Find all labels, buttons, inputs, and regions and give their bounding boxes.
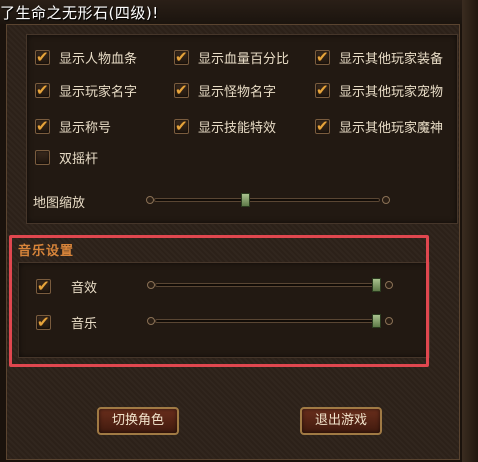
checkbox-box[interactable] <box>174 117 189 135</box>
checkbox-box[interactable] <box>35 48 50 66</box>
slider-endcap <box>146 196 154 204</box>
checkbox-show-other-player-equipment[interactable]: 显示其他玩家装备 <box>315 47 443 67</box>
checkbox-show-player-hp-bar[interactable]: 显示人物血条 <box>35 47 137 67</box>
checkbox-box[interactable] <box>315 81 330 99</box>
checkbox-show-monster-name[interactable]: 显示怪物名字 <box>174 80 276 100</box>
checkbox-show-title[interactable]: 显示称号 <box>35 116 111 136</box>
checkbox-label: 显示怪物名字 <box>198 84 277 100</box>
window-title: 了生命之无形石(四级)! <box>0 4 159 22</box>
map-zoom-slider-track[interactable] <box>154 198 380 202</box>
checkbox-label: 显示其他玩家魔神 <box>339 120 444 136</box>
switch-role-button[interactable]: 切换角色 <box>97 407 179 435</box>
checkbox-box[interactable] <box>35 149 50 165</box>
checkbox-box[interactable] <box>35 81 50 99</box>
checkbox-show-other-player-pet[interactable]: 显示其他玩家宠物 <box>315 80 443 100</box>
map-zoom-label: 地图缩放 <box>33 196 86 211</box>
checkbox-label: 显示人物血条 <box>59 51 138 67</box>
checkbox-show-other-player-demon-god[interactable]: 显示其他玩家魔神 <box>315 116 443 136</box>
highlight-box <box>9 235 429 367</box>
checkbox-label: 显示玩家名字 <box>59 84 138 100</box>
slider-endcap <box>382 196 390 204</box>
map-zoom-slider-thumb[interactable] <box>241 193 250 207</box>
top-bar: 了生命之无形石(四级)! <box>0 0 478 24</box>
checkbox-dual-joystick[interactable]: 双摇杆 <box>35 147 98 167</box>
checkbox-show-hp-percent[interactable]: 显示血量百分比 <box>174 47 289 67</box>
checkbox-label: 显示称号 <box>59 120 112 136</box>
exit-game-button[interactable]: 退出游戏 <box>300 407 382 435</box>
checkbox-label: 显示其他玩家宠物 <box>339 84 444 100</box>
checkbox-box[interactable] <box>35 117 50 135</box>
checkbox-label: 显示技能特效 <box>198 120 277 136</box>
checkbox-label: 双摇杆 <box>59 151 99 167</box>
checkbox-label: 显示血量百分比 <box>198 51 290 67</box>
checkbox-box[interactable] <box>174 81 189 99</box>
checkbox-label: 显示其他玩家装备 <box>339 51 444 67</box>
checkbox-box[interactable] <box>174 48 189 66</box>
window-border <box>462 0 478 462</box>
checkbox-show-skill-effects[interactable]: 显示技能特效 <box>174 116 276 136</box>
checkbox-box[interactable] <box>315 117 330 135</box>
checkbox-box[interactable] <box>315 48 330 66</box>
checkbox-show-player-name[interactable]: 显示玩家名字 <box>35 80 137 100</box>
